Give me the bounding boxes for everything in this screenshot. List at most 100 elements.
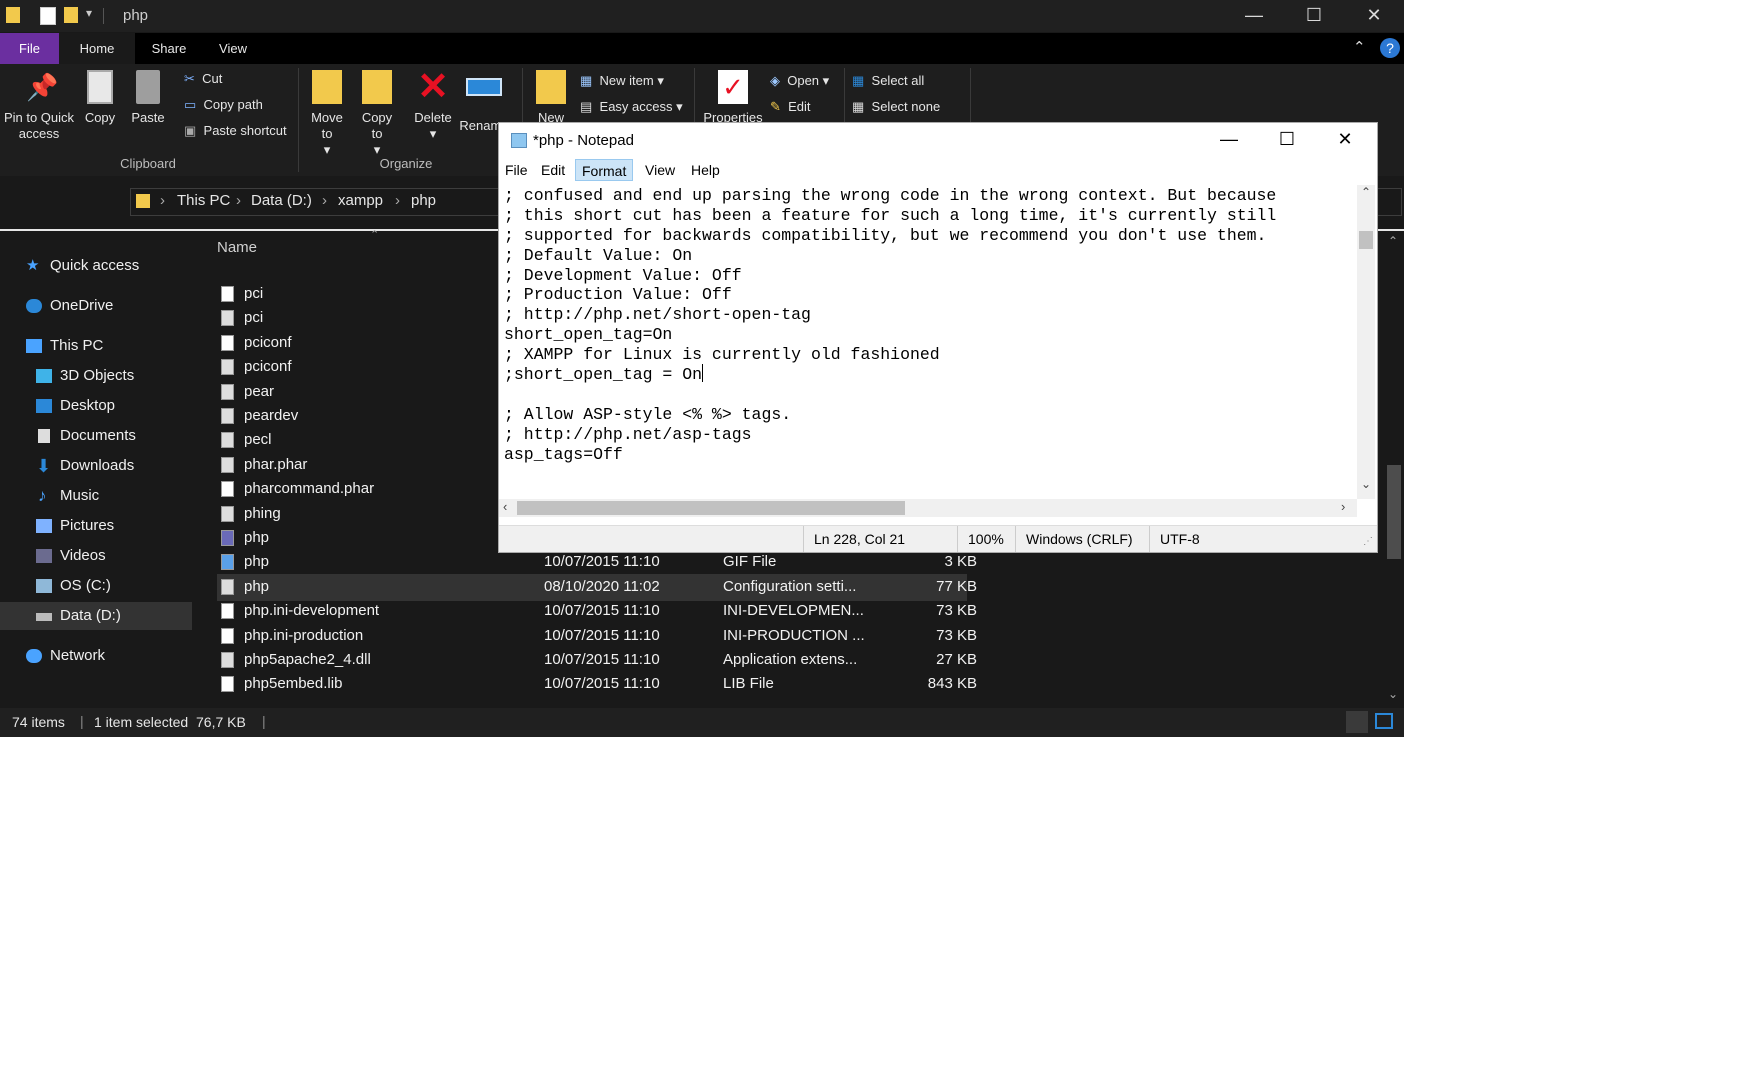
computer-icon <box>26 339 42 353</box>
text-line-content: ; confused and end up parsing the wrong … <box>504 186 1277 205</box>
file-row[interactable]: php5apache2_4.dll 10/07/2015 11:10 Applica… <box>217 647 977 674</box>
tab-view[interactable]: View <box>202 33 264 64</box>
new-item-button[interactable]: ▦ New item ▾ <box>580 72 664 90</box>
cut-button[interactable]: ✂ Cut <box>184 70 222 88</box>
nav-data-d[interactable]: Data (D:) <box>0 602 192 630</box>
nav-onedrive[interactable]: OneDrive <box>0 292 192 320</box>
file-row[interactable]: php 08/10/2020 11:02 Configuration setti..… <box>217 573 977 601</box>
file-icon <box>221 334 234 351</box>
open-button[interactable]: ◈ Open ▾ <box>770 72 829 90</box>
edit-button[interactable]: ✎ Edit <box>770 98 811 116</box>
copy-to-button[interactable]: Copy to ▾ <box>356 70 398 158</box>
close-button[interactable]: ✕ <box>1346 0 1402 32</box>
file-size: 27 KB <box>936 651 977 668</box>
pin-label: Pin to Quick access <box>3 110 75 141</box>
select-none-button[interactable]: ▦ Select none <box>852 98 940 116</box>
notepad-maximize-button[interactable]: ☐ <box>1259 123 1315 157</box>
text-line: ;short_open_tag = On <box>504 364 1354 384</box>
notepad-minimize-button[interactable]: — <box>1201 123 1257 157</box>
notepad-vertical-scrollbar[interactable]: ⌃ ⌄ <box>1357 185 1375 499</box>
nav-3d-objects[interactable]: 3D Objects <box>0 362 192 390</box>
copy-path-button[interactable]: ▭ Copy path <box>184 96 263 114</box>
file-name: pciconf <box>244 333 292 351</box>
horizontal-scroll-thumb[interactable] <box>517 501 905 515</box>
nav-videos[interactable]: Videos <box>0 542 192 570</box>
text-line: ; confused and end up parsing the wrong … <box>504 185 1354 205</box>
new-folder-quick-icon[interactable] <box>64 7 78 23</box>
menu-view[interactable]: View <box>639 159 681 181</box>
menu-help[interactable]: Help <box>685 159 726 181</box>
file-row[interactable]: php.ini-development 10/07/2015 11:10 INI-D… <box>217 598 977 625</box>
file-row[interactable]: php.ini-production 10/07/2015 11:10 INI-PR… <box>217 623 977 650</box>
help-icon[interactable]: ? <box>1380 38 1400 58</box>
nav-label: Documents <box>60 427 136 444</box>
select-none-icon: ▦ <box>852 99 865 114</box>
nav-music[interactable]: ♪ Music <box>0 482 192 510</box>
scroll-up-icon[interactable]: ⌃ <box>1361 185 1371 199</box>
file-type: Application extens... <box>723 651 858 668</box>
file-size: 73 KB <box>936 602 977 620</box>
select-all-icon: ▦ <box>852 73 865 88</box>
nav-this-pc[interactable]: This PC <box>0 332 192 360</box>
menu-edit[interactable]: Edit <box>535 159 571 181</box>
properties-button[interactable]: ✓ Properties <box>700 70 766 126</box>
scrollbar-thumb[interactable] <box>1387 465 1401 559</box>
nav-desktop[interactable]: Desktop <box>0 392 192 420</box>
nav-network[interactable]: Network <box>0 642 192 670</box>
file-row[interactable]: php5embed.lib 10/07/2015 11:10 LIB File 843… <box>217 671 977 698</box>
text-line: ; XAMPP for Linux is currently old fashi… <box>504 344 1354 364</box>
notepad-menubar: File Edit Format View Help <box>499 159 1377 181</box>
text-line: ; Allow ASP-style <% %> tags. <box>504 404 1354 424</box>
move-folder-icon <box>312 70 342 104</box>
scroll-left-icon[interactable]: ‹ <box>503 499 507 514</box>
resize-grip-icon[interactable]: ⋰ <box>1363 536 1373 547</box>
pin-icon: 📌 <box>26 72 59 102</box>
move-to-button[interactable]: Move to ▾ <box>306 70 348 158</box>
scroll-down-icon[interactable]: ⌄ <box>1361 477 1371 491</box>
easy-access-button[interactable]: ▤ Easy access ▾ <box>580 98 683 116</box>
new-folder-button[interactable]: New <box>530 70 572 126</box>
delete-button[interactable]: ✕ Delete ▾ <box>410 68 456 142</box>
column-header-name[interactable]: Name <box>217 239 257 256</box>
large-icons-view-icon[interactable] <box>1375 713 1393 729</box>
nav-os-c[interactable]: OS (C:) <box>0 572 192 600</box>
customize-quick-access-icon[interactable]: ▾ <box>86 6 92 20</box>
pin-to-quick-access-button[interactable]: 📌 Pin to Quick access <box>2 70 76 142</box>
tab-file[interactable]: File <box>0 33 59 64</box>
file-name: php5embed.lib <box>244 675 343 693</box>
file-icon <box>221 456 234 473</box>
scroll-up-icon[interactable]: ⌃ <box>1388 234 1398 248</box>
navigation-pane: ★ Quick access OneDrive This PC 3D Objec… <box>0 232 192 706</box>
properties-quick-icon[interactable] <box>40 7 56 25</box>
file-row[interactable]: php 10/07/2015 11:10 GIF File 3 KB <box>217 549 977 576</box>
maximize-button[interactable]: ☐ <box>1286 0 1342 32</box>
copy-button[interactable]: Copy <box>78 70 122 126</box>
notepad-close-button[interactable]: ✕ <box>1317 123 1373 157</box>
text-line-content: asp_tags=Off <box>504 444 623 464</box>
nav-quick-access[interactable]: ★ Quick access <box>0 252 192 280</box>
details-view-icon[interactable] <box>1346 711 1368 733</box>
breadcrumb-xampp[interactable]: xampp <box>338 192 383 209</box>
select-all-button[interactable]: ▦ Select all <box>852 72 924 90</box>
paste-button[interactable]: Paste <box>126 70 170 126</box>
vertical-scroll-thumb[interactable] <box>1359 231 1373 249</box>
file-name: pear <box>244 382 275 400</box>
nav-documents[interactable]: Documents <box>0 422 192 450</box>
nav-pictures[interactable]: Pictures <box>0 512 192 540</box>
nav-downloads[interactable]: ⬇ Downloads <box>0 452 192 480</box>
tab-home[interactable]: Home <box>59 33 135 64</box>
menu-format[interactable]: Format <box>575 159 634 181</box>
collapse-ribbon-icon[interactable]: ⌃ <box>1353 38 1366 56</box>
scroll-down-icon[interactable]: ⌄ <box>1388 687 1398 701</box>
tab-share[interactable]: Share <box>138 33 200 64</box>
scroll-right-icon[interactable]: › <box>1341 499 1345 514</box>
minimize-button[interactable]: — <box>1226 0 1282 32</box>
paste-shortcut-button[interactable]: ▣ Paste shortcut <box>184 122 287 140</box>
menu-file[interactable]: File <box>499 159 534 181</box>
breadcrumb-this-pc[interactable]: This PC <box>177 192 230 209</box>
breadcrumb-php[interactable]: php <box>411 192 436 209</box>
notepad-text-area[interactable]: ; confused and end up parsing the wrong … <box>504 185 1354 495</box>
copy-icon <box>87 70 113 104</box>
notepad-horizontal-scrollbar[interactable]: ‹ › <box>499 499 1357 517</box>
breadcrumb-data-d[interactable]: Data (D:) <box>251 192 312 209</box>
